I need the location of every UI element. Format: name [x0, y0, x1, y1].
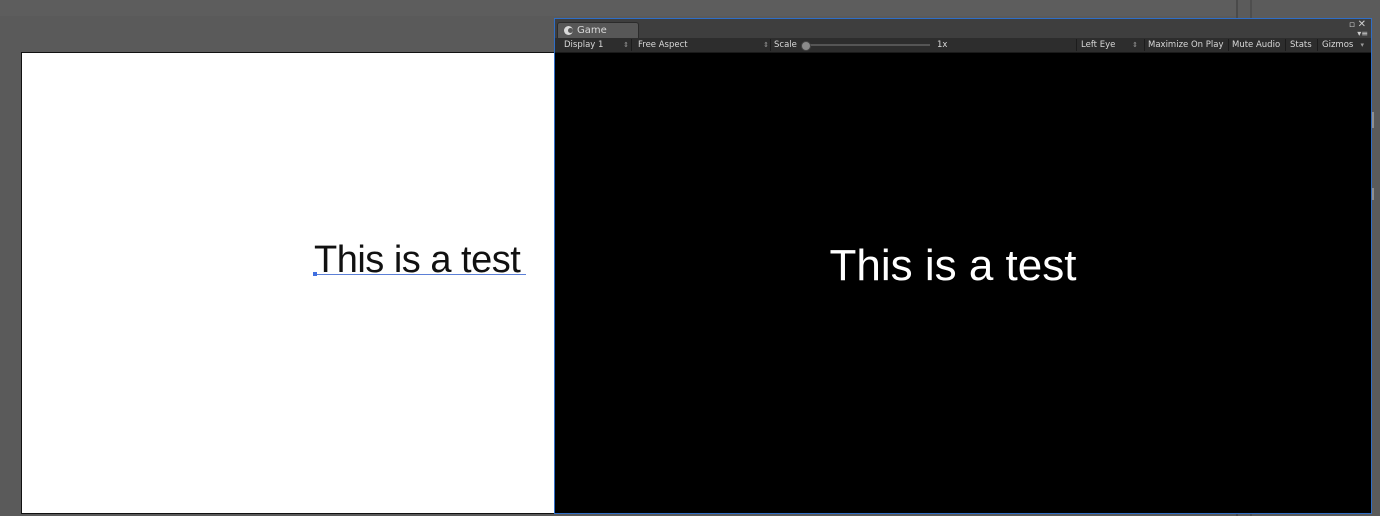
separator: [1317, 39, 1318, 51]
close-icon[interactable]: ✕: [1358, 20, 1366, 30]
dropdown-arrow-icon: ⇕: [1132, 41, 1138, 49]
dropdown-arrow-icon: ▾: [1360, 41, 1364, 49]
separator: [770, 39, 771, 51]
unity-game-icon: [564, 26, 573, 35]
mute-audio-button[interactable]: Mute Audio: [1232, 38, 1280, 52]
maximize-icon[interactable]: ▫: [1349, 21, 1355, 30]
scene-view-canvas[interactable]: This is a test: [21, 52, 568, 514]
stats-button[interactable]: Stats: [1290, 38, 1312, 52]
separator: [1228, 39, 1229, 51]
maximize-on-play-button[interactable]: Maximize On Play: [1148, 38, 1223, 52]
text-selection-outline: [314, 274, 526, 275]
rect-transform-handle[interactable]: [313, 272, 317, 276]
game-window: Game ▫ ✕ ▾≡ Display 1 ⇕ Free Aspect ⇕ Sc…: [554, 18, 1372, 514]
dropdown-arrow-icon: ⇕: [763, 41, 769, 49]
scene-text-object[interactable]: This is a test: [314, 239, 521, 282]
editor-top-bar: [0, 0, 1380, 16]
game-toolbar: Display 1 ⇕ Free Aspect ⇕ Scale 1x Left …: [555, 38, 1371, 53]
aspect-dropdown[interactable]: Free Aspect ⇕: [633, 38, 772, 52]
game-text-object: This is a test: [829, 241, 1077, 290]
scale-label: Scale: [774, 40, 797, 50]
eye-value: Left Eye: [1081, 40, 1116, 50]
scale-slider[interactable]: [804, 44, 930, 46]
separator: [1144, 39, 1145, 51]
gizmos-dropdown[interactable]: Gizmos ▾: [1322, 38, 1367, 52]
scale-slider-knob[interactable]: [801, 41, 811, 51]
display-dropdown[interactable]: Display 1 ⇕: [559, 38, 632, 52]
separator: [1285, 39, 1286, 51]
tab-strip: Game ▫ ✕ ▾≡: [555, 19, 1371, 39]
menu-icon[interactable]: ▾≡: [1357, 29, 1368, 38]
separator: [631, 39, 632, 51]
separator: [1076, 39, 1077, 51]
dropdown-arrow-icon: ⇕: [623, 41, 629, 49]
tab-game[interactable]: Game: [557, 22, 639, 39]
scale-value: 1x: [937, 40, 948, 50]
eye-dropdown[interactable]: Left Eye ⇕: [1079, 38, 1141, 52]
aspect-value: Free Aspect: [638, 40, 688, 50]
gizmos-label: Gizmos: [1322, 40, 1354, 50]
tab-label: Game: [577, 25, 607, 36]
display-value: Display 1: [564, 40, 604, 50]
